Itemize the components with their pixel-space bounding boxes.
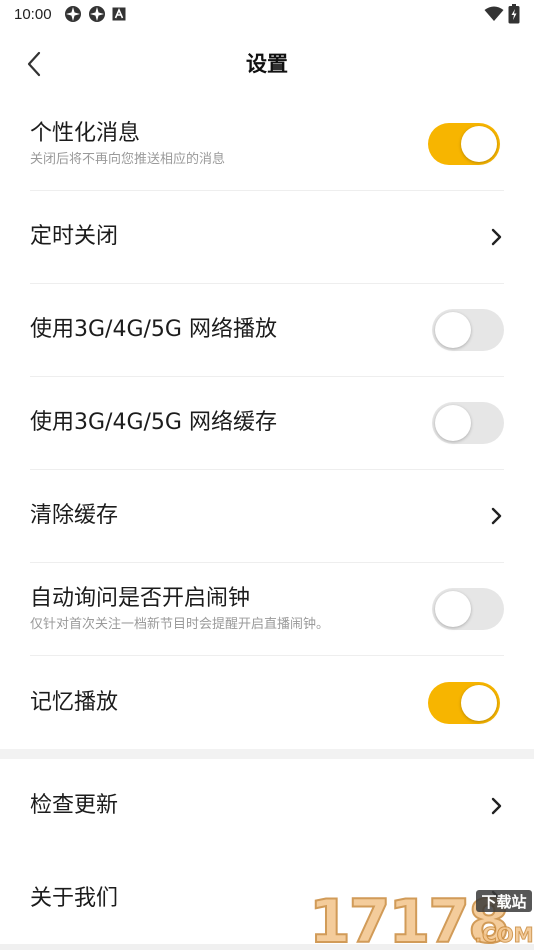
setting-control xyxy=(428,681,504,724)
setting-personalized-messages[interactable]: 个性化消息 关闭后将不再向您推送相应的消息 xyxy=(30,98,504,191)
status-time: 10:00 xyxy=(14,5,52,23)
page-title: 设置 xyxy=(246,52,288,76)
toggle-knob xyxy=(461,126,497,162)
setting-mobile-network-playback[interactable]: 使用3G/4G/5G 网络播放 xyxy=(30,284,504,377)
setting-control xyxy=(432,309,504,351)
setting-title: 使用3G/4G/5G 网络播放 xyxy=(30,317,277,342)
setting-text: 清除缓存 xyxy=(30,501,118,531)
settings-list: 个性化消息 关闭后将不再向您推送相应的消息 定时关闭 使用3G/4G/5G 网络… xyxy=(0,98,534,945)
setting-control xyxy=(432,402,504,444)
setting-title: 检查更新 xyxy=(30,792,119,818)
setting-title: 关于我们 xyxy=(30,885,119,911)
status-bar: 10:00 xyxy=(0,0,534,28)
setting-control xyxy=(428,123,504,165)
setting-title: 自动询问是否开启闹钟 xyxy=(30,586,251,611)
personalized-messages-toggle[interactable] xyxy=(428,123,500,165)
setting-text: 关于我们 xyxy=(30,884,118,914)
setting-subtitle: 仅针对首次关注一档新节目时会提醒开启直播闹钟。 xyxy=(30,617,330,632)
battery-charging-icon xyxy=(508,4,520,24)
setting-text: 使用3G/4G/5G 网络缓存 xyxy=(30,408,277,438)
setting-text: 自动询问是否开启闹钟 仅针对首次关注一档新节目时会提醒开启直播闹钟。 xyxy=(30,584,329,634)
setting-text: 定时关闭 xyxy=(30,222,118,252)
chevron-left-icon xyxy=(27,51,41,77)
back-button[interactable] xyxy=(18,48,50,80)
setting-clear-cache[interactable]: 清除缓存 xyxy=(30,470,504,563)
setting-auto-alarm-prompt[interactable]: 自动询问是否开启闹钟 仅针对首次关注一档新节目时会提醒开启直播闹钟。 xyxy=(30,563,504,656)
setting-title: 使用3G/4G/5G 网络缓存 xyxy=(30,410,277,435)
setting-control xyxy=(490,227,504,247)
setting-title: 个性化消息 xyxy=(30,121,141,146)
setting-control xyxy=(490,506,504,526)
setting-control xyxy=(490,796,504,816)
watermark-logo: 17178 下载站 .COM xyxy=(308,886,534,950)
setting-resume-playback[interactable]: 记忆播放 xyxy=(30,656,504,749)
toggle-knob xyxy=(461,684,497,721)
settings-screen: 10:00 设置 个性化消息 关闭后将不再向您推送相应的消息 定时关闭 使用3G… xyxy=(0,0,534,950)
mobile-network-cache-toggle[interactable] xyxy=(432,402,504,444)
watermark-badge: 下载站 xyxy=(481,893,526,911)
wifi-icon xyxy=(484,6,504,21)
app-notification-icon xyxy=(88,6,105,22)
setting-text: 使用3G/4G/5G 网络播放 xyxy=(30,315,277,345)
setting-sleep-timer[interactable]: 定时关闭 xyxy=(30,191,504,284)
toggle-knob xyxy=(435,591,471,627)
resume-playback-toggle[interactable] xyxy=(428,681,500,724)
app-notification-icon xyxy=(64,6,81,22)
status-icons-right xyxy=(484,4,520,24)
section-divider xyxy=(0,749,534,759)
setting-mobile-network-cache[interactable]: 使用3G/4G/5G 网络缓存 xyxy=(30,377,504,470)
status-icons-left xyxy=(64,5,126,23)
auto-alarm-prompt-toggle[interactable] xyxy=(432,588,504,630)
a-letter-icon xyxy=(112,7,126,21)
setting-control xyxy=(432,588,504,630)
chevron-right-icon xyxy=(491,228,502,246)
chevron-right-icon xyxy=(491,797,502,814)
watermark-suffix: .COM xyxy=(474,923,533,947)
setting-subtitle: 关闭后将不再向您推送相应的消息 xyxy=(30,152,226,167)
setting-title: 定时关闭 xyxy=(30,224,119,249)
setting-text: 检查更新 xyxy=(30,791,118,821)
toggle-knob xyxy=(435,405,471,441)
setting-text: 个性化消息 关闭后将不再向您推送相应的消息 xyxy=(30,119,225,169)
setting-title: 记忆播放 xyxy=(30,689,119,715)
setting-title: 清除缓存 xyxy=(30,503,119,528)
chevron-right-icon xyxy=(491,507,502,525)
mobile-network-playback-toggle[interactable] xyxy=(432,309,504,351)
header: 设置 xyxy=(0,28,534,98)
setting-text: 记忆播放 xyxy=(30,688,118,718)
setting-check-update[interactable]: 检查更新 xyxy=(30,759,504,852)
toggle-knob xyxy=(435,312,471,348)
